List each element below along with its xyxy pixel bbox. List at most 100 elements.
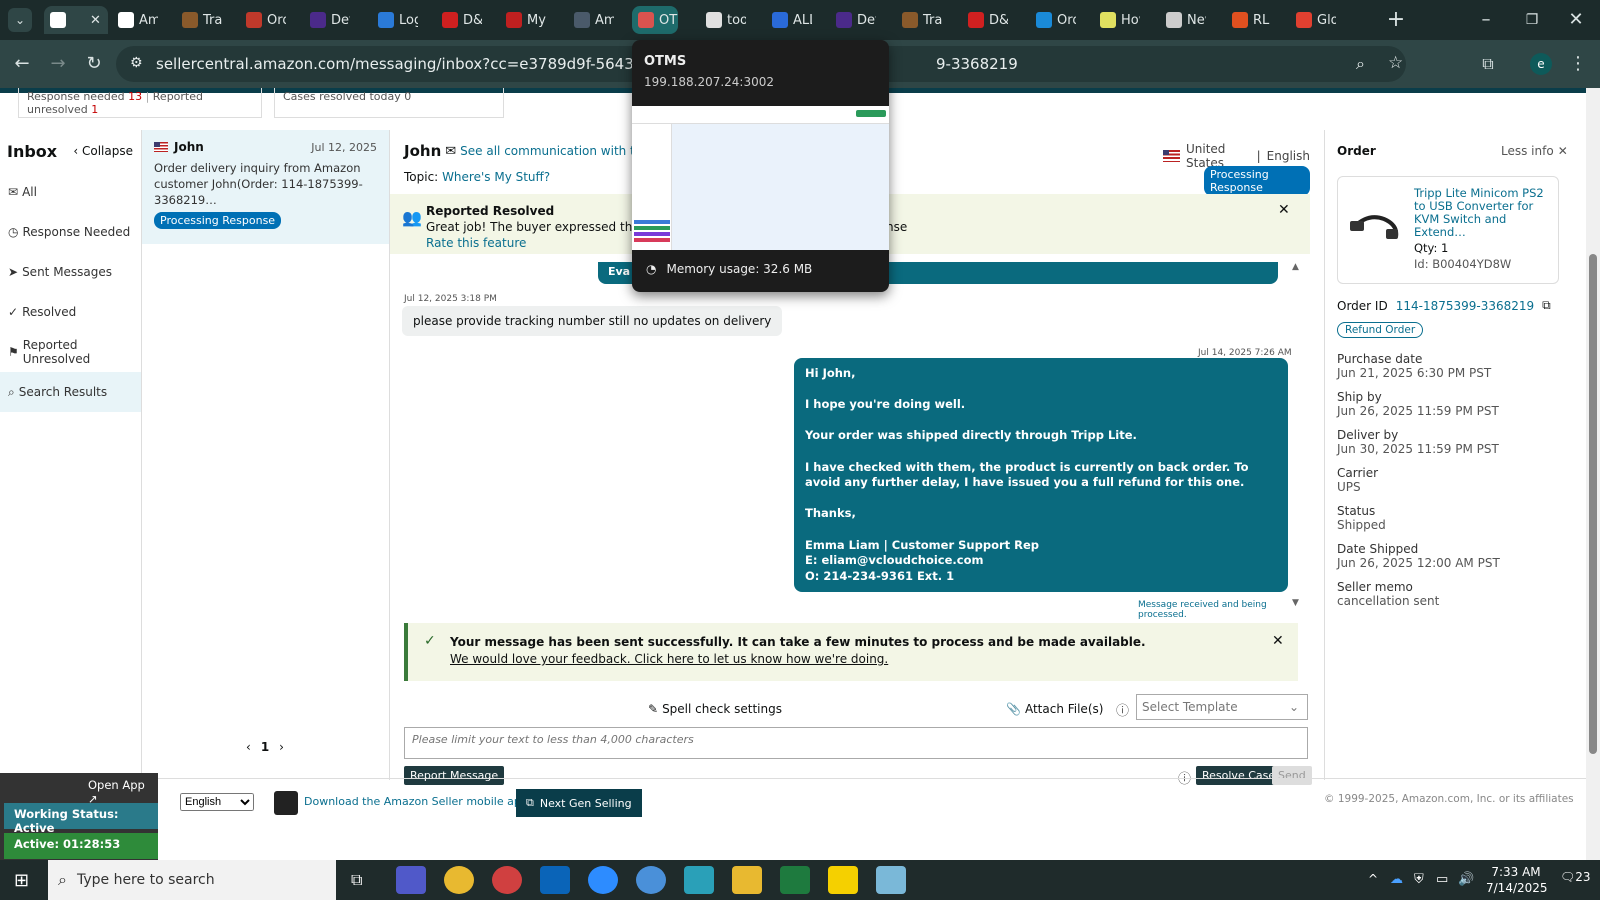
excel-icon[interactable] <box>780 866 810 894</box>
zoom-icon[interactable] <box>588 866 618 894</box>
browser-tab[interactable]: Am <box>112 6 158 34</box>
download-app-link[interactable]: Download the Amazon Seller mobile app <box>304 795 528 808</box>
attach-files-button[interactable]: 📎 Attach File(s) <box>1006 702 1103 716</box>
browser-tab[interactable]: Det <box>304 6 350 34</box>
browser-tab[interactable]: Ord <box>240 6 286 34</box>
message-textarea[interactable] <box>404 727 1308 759</box>
close-tab-icon[interactable]: ✕ <box>90 13 101 28</box>
open-app-button[interactable]: Open App ↗ <box>88 778 158 806</box>
forward-icon[interactable]: → <box>46 52 70 76</box>
new-tab-button[interactable]: + <box>1384 8 1408 32</box>
teams-icon[interactable] <box>396 866 426 894</box>
conversation-item[interactable]: John Jul 12, 2025 Order delivery inquiry… <box>142 130 389 244</box>
browser-tab[interactable]: Trac <box>896 6 942 34</box>
back-icon[interactable]: ← <box>10 52 34 76</box>
chrome-icon[interactable] <box>636 866 666 894</box>
order-icon <box>246 12 262 28</box>
tab-search-icon[interactable]: ⌄ <box>8 8 32 32</box>
browser-tab[interactable]: Ord <box>1030 6 1076 34</box>
next-page-icon[interactable]: › <box>279 740 284 754</box>
browser-tab[interactable]: Det <box>830 6 876 34</box>
spell-check-button[interactable]: ✎ Spell check settings <box>648 702 782 716</box>
message-line: I hope you're doing well. <box>805 397 966 412</box>
scroll-up-icon[interactable]: ▲ <box>1292 262 1299 272</box>
chrome-icon[interactable] <box>444 866 474 894</box>
rate-feature-link[interactable]: Rate this feature <box>426 236 526 250</box>
product-title-link[interactable]: Tripp Lite Minicom PS2 to USB Converter … <box>1414 187 1554 239</box>
prev-page-icon[interactable]: ‹ <box>246 740 251 754</box>
fedex-icon <box>310 12 326 28</box>
template-select[interactable]: Select Template ⌄ <box>1136 694 1308 720</box>
windows-start-icon[interactable]: ⊞ <box>14 870 29 891</box>
language-select[interactable]: English <box>180 793 254 811</box>
browser-tab[interactable]: too <box>700 6 746 34</box>
zoom-icon[interactable]: ⌕ <box>1356 54 1365 74</box>
browser-tab[interactable]: Nev <box>1160 6 1206 34</box>
volume-icon[interactable]: 🔊 <box>1458 872 1474 887</box>
task-view-icon[interactable]: ⧉ <box>351 870 362 890</box>
url-text-tail: 9-3368219 <box>936 55 1018 73</box>
browser-tab[interactable]: Hov <box>1094 6 1140 34</box>
app-icon[interactable] <box>684 866 714 894</box>
stat-response-needed[interactable]: Response needed 13 | Reported unresolved… <box>18 88 262 118</box>
browser-tab[interactable]: Log <box>372 6 418 34</box>
info-icon[interactable]: ⓘ <box>1116 700 1129 719</box>
feedback-link[interactable]: We would love your feedback. Click here … <box>450 652 888 666</box>
tray-chevron-icon[interactable]: ^ <box>1368 872 1378 886</box>
extensions-icon[interactable]: ⧉ <box>1476 52 1500 76</box>
outlook-icon[interactable] <box>540 866 570 894</box>
collapse-button[interactable]: ‹ Collapse <box>73 144 133 158</box>
page-scrollbar[interactable] <box>1586 88 1600 860</box>
nav-item-all[interactable]: ✉ All <box>0 172 141 212</box>
browser-tab[interactable]: D& <box>962 6 1008 34</box>
browser-tab[interactable]: Am <box>568 6 614 34</box>
nav-item-sent-messages[interactable]: ➤ Sent Messages <box>0 252 141 292</box>
clock[interactable]: 7:33 AM 7/14/2025 <box>1486 864 1548 896</box>
sticky-notes-icon[interactable] <box>828 866 858 894</box>
ups-icon <box>902 12 918 28</box>
profile-avatar[interactable]: e <box>1530 53 1552 75</box>
browser-tab[interactable]: My <box>500 6 546 34</box>
close-icon[interactable]: ✕ <box>1278 202 1290 218</box>
incoming-message: please provide tracking number still no … <box>402 306 783 336</box>
less-info-button[interactable]: Less info ✕ <box>1501 144 1568 158</box>
order-id-link[interactable]: 114-1875399-3368219 <box>1396 299 1534 313</box>
notepad-icon[interactable] <box>876 866 906 894</box>
onedrive-icon[interactable]: ☁ <box>1390 872 1403 887</box>
nav-item-reported-unresolved[interactable]: ⚑ Reported Unresolved <box>0 332 141 372</box>
browser-tab[interactable]: OT <box>632 6 678 34</box>
refund-order-button[interactable]: Refund Order <box>1337 322 1424 338</box>
stat-cases-resolved[interactable]: Cases resolved today 0 <box>274 88 504 118</box>
restore-button[interactable]: ❐ <box>1520 8 1544 32</box>
browser-tab[interactable]: ✕ <box>44 6 108 34</box>
browser-tab[interactable]: Trac <box>176 6 222 34</box>
notification-center[interactable]: 🗨23 <box>1560 870 1591 884</box>
browser-tab[interactable]: RL C <box>1226 6 1272 34</box>
nav-item-resolved[interactable]: ✓ Resolved <box>0 292 141 332</box>
browser-menu-icon[interactable]: ⋮ <box>1566 52 1590 76</box>
success-banner: ✓ Your message has been sent successfull… <box>404 623 1298 681</box>
message-line: E: eliam@vcloudchoice.com <box>805 553 984 568</box>
browser-tab[interactable]: D& <box>436 6 482 34</box>
chrome-profile-icon[interactable] <box>492 866 522 894</box>
nav-item-response-needed[interactable]: ◷ Response Needed <box>0 212 141 252</box>
security-icon[interactable]: ⛨ <box>1414 872 1424 887</box>
scrollbar-thumb[interactable] <box>1589 254 1597 754</box>
bookmark-star-icon[interactable]: ☆ <box>1388 53 1403 73</box>
reload-icon[interactable]: ↻ <box>82 52 106 76</box>
browser-tab[interactable]: Glo <box>1290 6 1336 34</box>
taskbar-search[interactable]: ⌕ Type here to search <box>48 860 336 900</box>
browser-tab[interactable]: ALL <box>766 6 812 34</box>
file-explorer-icon[interactable] <box>732 866 762 894</box>
order-field: Date Shipped Jun 26, 2025 12:00 AM PST <box>1337 542 1500 570</box>
minimize-button[interactable]: – <box>1474 8 1498 32</box>
close-icon[interactable]: ✕ <box>1272 633 1284 649</box>
window-close-button[interactable]: ✕ <box>1564 8 1588 32</box>
scroll-down-icon[interactable]: ▼ <box>1292 598 1299 608</box>
copy-icon[interactable]: ⧉ <box>1542 298 1551 313</box>
paperclip-icon: 📎 <box>1006 702 1021 716</box>
nav-item-search-results[interactable]: ⌕ Search Results <box>0 372 141 412</box>
network-icon[interactable]: ▭ <box>1436 872 1448 887</box>
next-gen-selling-button[interactable]: ⧉ Next Gen Selling <box>516 789 642 817</box>
site-info-icon[interactable]: ⚙ <box>130 55 143 71</box>
